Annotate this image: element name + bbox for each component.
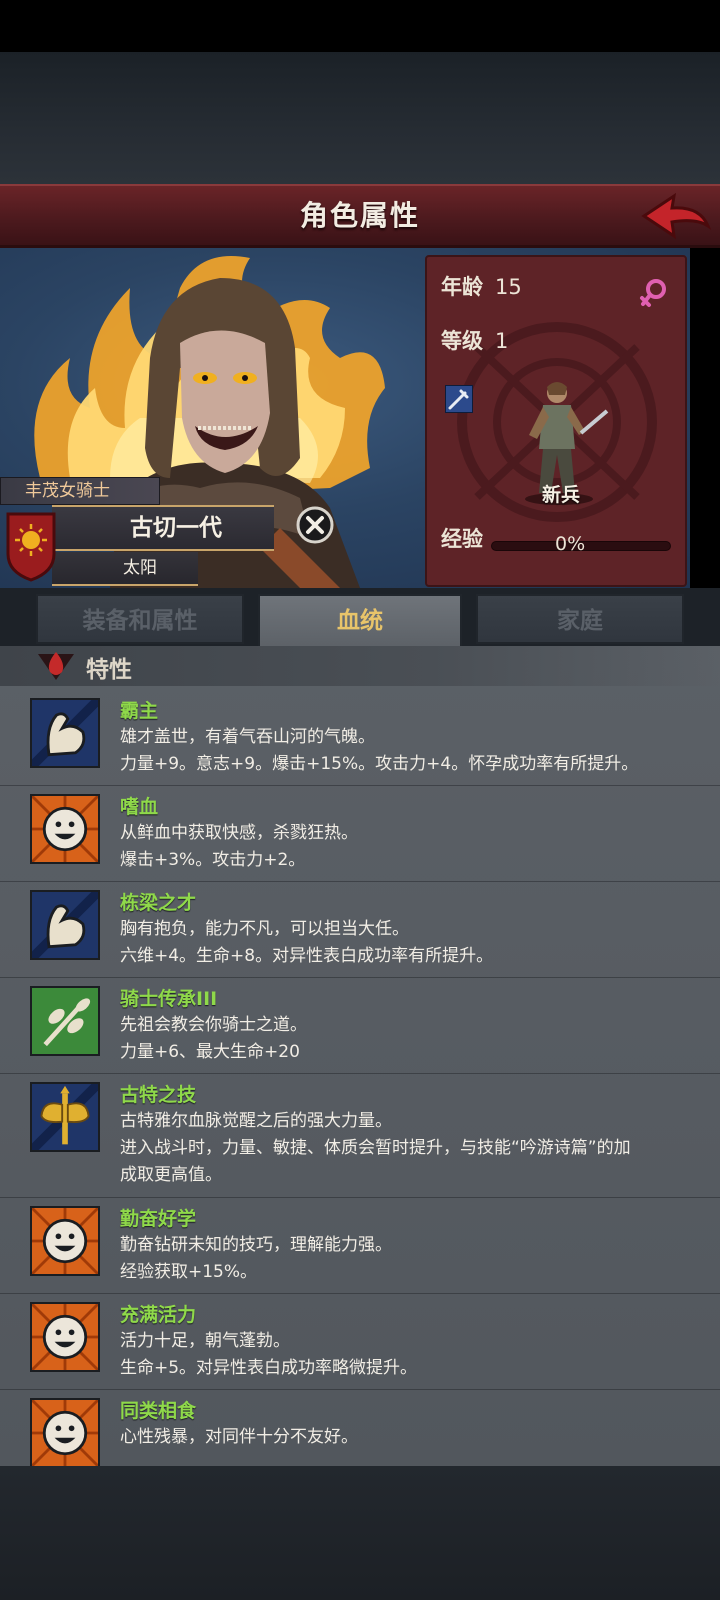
sun-crest-icon <box>6 512 56 582</box>
tab-bloodline[interactable]: 血统 <box>258 594 462 650</box>
trait-description-line: 成取更高值。 <box>120 1165 222 1185</box>
dagger-icon <box>445 385 473 413</box>
leaf-branch-icon <box>30 986 100 1056</box>
level-label: 等级 <box>441 329 483 353</box>
trait-description-line: 古特雅尔血脉觉醒之后的强大力量。 <box>120 1111 392 1131</box>
trait-name: 同类相食 <box>120 1400 197 1422</box>
trait-description: 活力十足，朝气蓬勃。生命+5。对异性表白成功率略微提升。 <box>120 1328 700 1382</box>
trait-description: 心性残暴，对同伴十分不友好。 <box>120 1424 700 1451</box>
status-bar <box>0 0 720 52</box>
smiley-face-icon <box>30 794 100 864</box>
house-ribbon: 丰茂女骑士 <box>0 477 160 505</box>
traits-section-label: 特性 <box>86 657 132 683</box>
trait-row[interactable]: 栋梁之才胸有抱负，能力不凡，可以担当大任。六维+4。生命+8。对异性表白成功率有… <box>0 882 720 978</box>
trait-description-line: 经验获取+15%。 <box>120 1262 258 1282</box>
trait-name: 嗜血 <box>120 796 159 818</box>
tab-bar: 装备和属性 血统 家庭 <box>0 588 720 650</box>
back-arrow-icon[interactable] <box>640 190 712 242</box>
stats-panel: 年龄 15 等级 1 新兵 经验 0% <box>425 255 687 587</box>
trait-description-line: 力量+6、最大生命+20 <box>120 1042 300 1062</box>
trait-name: 勤奋好学 <box>120 1208 197 1230</box>
title-bar: 角色属性 <box>0 184 720 248</box>
trait-description-line: 先祖会教会你骑士之道。 <box>120 1015 307 1035</box>
trait-name: 栋梁之才 <box>120 892 197 914</box>
age-row: 年龄 15 <box>441 271 522 301</box>
trait-name: 古特之技 <box>120 1084 197 1106</box>
female-gender-icon <box>640 279 666 307</box>
flexed-arm-icon <box>28 888 102 962</box>
bottom-background <box>0 1466 720 1600</box>
trait-description-line: 爆击+3%。攻击力+2。 <box>120 850 306 870</box>
unit-class-label: 新兵 <box>541 484 580 506</box>
exp-label: 经验 <box>441 527 483 551</box>
trait-description: 古特雅尔血脉觉醒之后的强大力量。进入战斗时，力量、敏捷、体质会暂时提升，与技能“… <box>120 1108 700 1189</box>
trait-description-line: 生命+5。对异性表白成功率略微提升。 <box>120 1358 418 1378</box>
level-value: 1 <box>495 329 509 353</box>
trait-name: 骑士传承III <box>120 988 218 1010</box>
trait-description-line: 力量+9。意志+9。爆击+15%。攻击力+4。怀孕成功率有所提升。 <box>120 754 639 774</box>
traits-section-header: 特性 <box>0 646 720 686</box>
exp-value: 0% <box>555 533 586 555</box>
character-name: 古切一代 <box>130 515 222 541</box>
trait-description-line: 活力十足，朝气蓬勃。 <box>120 1331 290 1351</box>
trait-description: 雄才盖世，有着气吞山河的气魄。力量+9。意志+9。爆击+15%。攻击力+4。怀孕… <box>120 724 700 778</box>
trait-description-line: 六维+4。生命+8。对异性表白成功率有所提升。 <box>120 946 494 966</box>
trait-description: 勤奋钻研未知的技巧，理解能力强。 经验获取+15%。 <box>120 1232 700 1286</box>
smiley-face-icon <box>30 1398 100 1466</box>
trait-description-line: 从鲜血中获取快感，杀戮狂热。 <box>120 823 358 843</box>
character-title: 太阳 <box>123 558 157 578</box>
smiley-face-icon <box>30 1206 100 1276</box>
house-name: 丰茂女骑士 <box>25 481 110 501</box>
trait-row[interactable]: 嗜血 从鲜血中获取快感，杀戮狂热。 爆击+3%。攻击力+2。 <box>0 786 720 882</box>
close-icon[interactable] <box>296 506 334 544</box>
trait-description-line: 胸有抱负，能力不凡，可以担当大任。 <box>120 919 409 939</box>
name-plate: 古切一代 <box>52 505 274 551</box>
tab-family[interactable]: 家庭 <box>476 594 684 644</box>
trait-description-line: 心性残暴，对同伴十分不友好。 <box>120 1427 358 1447</box>
battle-axe-icon <box>28 1080 102 1154</box>
trait-row[interactable]: 勤奋好学 勤奋钻研未知的技巧，理解能力强。 经验获取+15%。 <box>0 1198 720 1294</box>
level-row: 等级 1 <box>441 325 508 355</box>
trait-name: 霸主 <box>120 700 159 722</box>
trait-name: 充满活力 <box>120 1304 197 1326</box>
trait-row[interactable]: 充满活力活力十足，朝气蓬勃。生命+5。对异性表白成功率略微提升。 <box>0 1294 720 1390</box>
exp-row: 经验 <box>441 523 483 553</box>
trait-description-line: 雄才盖世，有着气吞山河的气魄。 <box>120 727 375 747</box>
trait-description: 从鲜血中获取快感，杀戮狂热。 爆击+3%。攻击力+2。 <box>120 820 700 874</box>
trait-row[interactable]: 霸主雄才盖世，有着气吞山河的气魄。力量+9。意志+9。爆击+15%。攻击力+4。… <box>0 690 720 786</box>
tab-equipment[interactable]: 装备和属性 <box>36 594 244 644</box>
trait-row[interactable]: 同类相食心性残暴，对同伴十分不友好。 <box>0 1390 720 1466</box>
traits-list[interactable]: 特性 霸主雄才盖世，有着气吞山河的气魄。力量+9。意志+9。爆击+15%。攻击力… <box>0 646 720 1466</box>
age-value: 15 <box>495 275 522 299</box>
age-label: 年龄 <box>441 275 483 299</box>
trait-description-line: 勤奋钻研未知的技巧，理解能力强。 <box>120 1235 392 1255</box>
smiley-face-icon <box>30 1302 100 1372</box>
trait-row[interactable]: 古特之技古特雅尔血脉觉醒之后的强大力量。进入战斗时，力量、敏捷、体质会暂时提升，… <box>0 1074 720 1198</box>
trait-description: 先祖会教会你骑士之道。 力量+6、最大生命+20 <box>120 1012 700 1066</box>
page-title: 角色属性 <box>299 199 420 232</box>
top-background <box>0 52 720 184</box>
blood-drop-icon <box>38 652 74 680</box>
trait-description: 胸有抱负，能力不凡，可以担当大任。六维+4。生命+8。对异性表白成功率有所提升。 <box>120 916 700 970</box>
flexed-arm-icon <box>28 696 102 770</box>
title-plate: 太阳 <box>52 552 198 586</box>
trait-row[interactable]: 骑士传承III 先祖会教会你骑士之道。 力量+6、最大生命+20 <box>0 978 720 1074</box>
trait-description-line: 进入战斗时，力量、敏捷、体质会暂时提升，与技能“吟游诗篇”的加 <box>120 1138 631 1158</box>
